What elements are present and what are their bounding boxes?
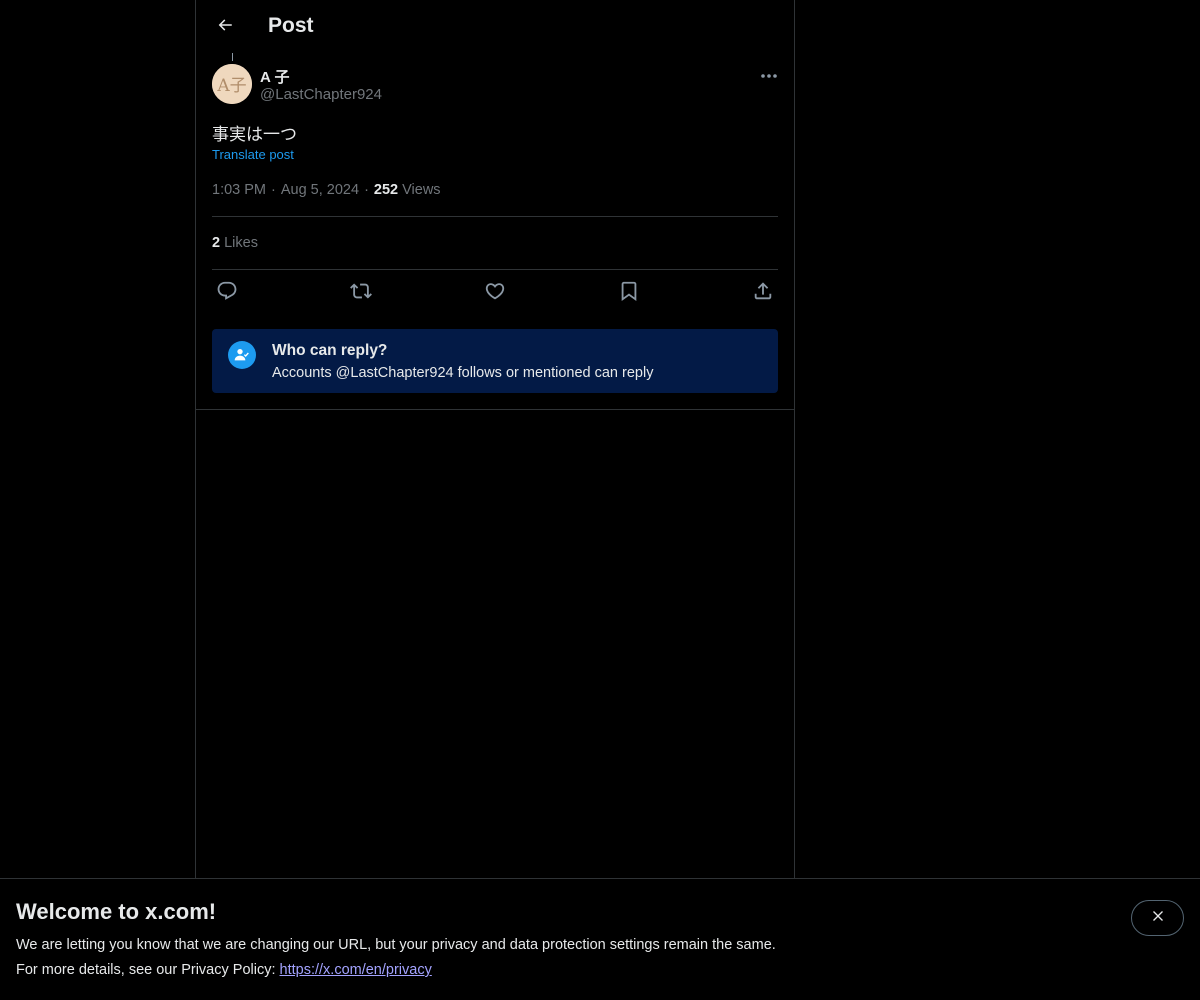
views-label: Views (402, 182, 441, 198)
url-change-banner: Welcome to x.com! We are letting you kno… (0, 878, 1200, 1000)
reply-icon (216, 280, 238, 307)
divider (212, 216, 778, 217)
like-icon (484, 280, 506, 307)
divider (196, 409, 794, 410)
likes-label: Likes (224, 235, 258, 251)
back-button[interactable] (208, 10, 242, 44)
primary-column: Post A子 A 子 @LastChapter924 事実は一つ Transl… (195, 0, 795, 1000)
reply-restriction-notice: Who can reply? Accounts @LastChapter924 … (212, 329, 778, 393)
banner-message: We are letting you know that we are chan… (16, 937, 776, 953)
banner-title: Welcome to x.com! (16, 899, 217, 924)
close-icon (1150, 908, 1166, 929)
arrow-left-icon (216, 16, 234, 39)
person-check-icon (228, 341, 256, 369)
views-count: 252 (373, 182, 399, 198)
page-title: Post (268, 14, 314, 37)
likes-link[interactable]: 2 Likes (212, 235, 258, 251)
post-text: 事実は一つ (212, 125, 297, 144)
banner-privacy-line: For more details, see our Privacy Policy… (16, 962, 432, 978)
bookmark-button[interactable] (614, 281, 644, 305)
post-date[interactable]: Aug 5, 2024 (281, 182, 359, 198)
page-header: Post (196, 0, 794, 53)
post-time[interactable]: 1:03 PM (212, 182, 266, 198)
avatar-text: A子 (216, 76, 246, 96)
share-icon (752, 280, 774, 307)
repost-button[interactable] (346, 281, 376, 305)
share-button[interactable] (748, 281, 778, 305)
post-metadata: 1:03 PM · Aug 5, 2024 · 252 Views (212, 182, 441, 198)
reply-button[interactable] (212, 281, 242, 305)
avatar[interactable]: A子 (212, 64, 252, 104)
close-banner-button[interactable] (1131, 900, 1184, 936)
likes-count: 2 (212, 235, 221, 251)
author-handle[interactable]: @LastChapter924 (260, 86, 382, 103)
divider (212, 269, 778, 270)
author-name[interactable]: A 子 (260, 66, 289, 87)
more-horizontal-icon (760, 66, 778, 84)
reply-restriction-title: Who can reply? (272, 342, 388, 359)
translate-post-link[interactable]: Translate post (212, 147, 294, 162)
bookmark-icon (618, 280, 640, 307)
thread-connector-line (232, 53, 233, 61)
separator-dot: · (271, 182, 276, 198)
reply-restriction-description: Accounts @LastChapter924 follows or ment… (272, 365, 654, 381)
separator-dot: · (364, 182, 369, 198)
banner-privacy-prefix: For more details, see our Privacy Policy… (16, 962, 280, 978)
privacy-policy-link[interactable]: https://x.com/en/privacy (280, 962, 432, 978)
more-options-button[interactable] (754, 63, 784, 87)
repost-icon (350, 280, 372, 307)
like-button[interactable] (480, 281, 510, 305)
